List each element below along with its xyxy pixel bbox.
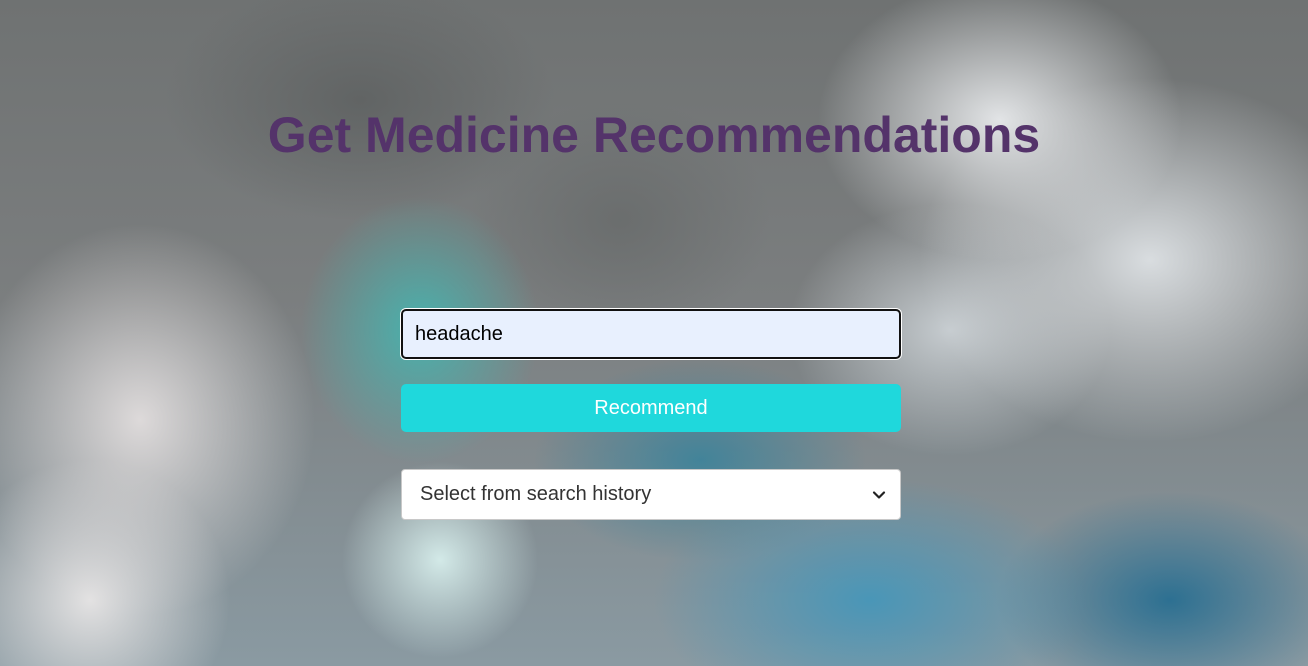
page-title: Get Medicine Recommendations (267, 107, 1041, 163)
search-history-selected-label: Select from search history (420, 483, 652, 505)
search-history-select[interactable]: Select from search history (401, 469, 901, 520)
recommend-button[interactable]: Recommend (401, 384, 901, 432)
symptom-search-input[interactable] (401, 309, 901, 359)
chevron-down-icon (872, 490, 886, 499)
